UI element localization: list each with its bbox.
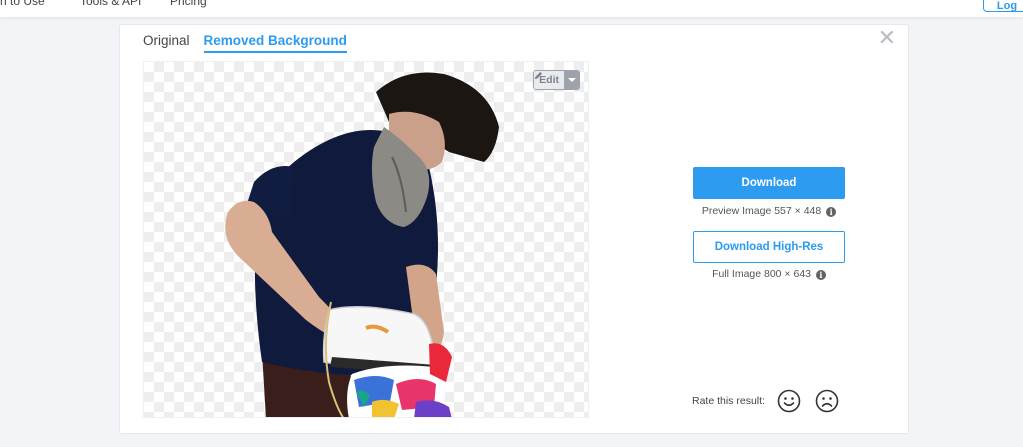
nav-link-how-to-use[interactable]: n to Use: [0, 0, 45, 8]
nav-link-tools-api[interactable]: Tools & API: [80, 0, 141, 8]
result-image-preview: Edit: [143, 61, 589, 418]
tab-removed-background[interactable]: Removed Background: [203, 33, 347, 53]
download-button[interactable]: Download: [693, 167, 845, 199]
top-navigation: n to Use Tools & API Pricing Log: [0, 0, 1023, 17]
edit-dropdown-toggle[interactable]: [564, 71, 579, 89]
tab-original[interactable]: Original: [143, 33, 190, 53]
cutout-person-image: [225, 72, 499, 417]
edit-button-main[interactable]: Edit: [534, 71, 564, 89]
full-image-info: Full Image 800 × 643 i: [693, 268, 845, 280]
info-icon[interactable]: i: [826, 207, 837, 217]
frown-icon[interactable]: [815, 389, 839, 413]
chevron-down-icon: [567, 78, 576, 82]
preview-image-info: Preview Image 557 × 448 i: [693, 205, 845, 217]
pencil-icon: [535, 71, 543, 80]
info-icon[interactable]: i: [815, 270, 826, 280]
edit-button[interactable]: Edit: [533, 70, 580, 90]
full-image-size-text: Full Image 800 × 643: [712, 268, 812, 280]
result-card: Original Removed Background ✕ Edit Downl…: [119, 24, 909, 434]
view-tabs: Original Removed Background: [143, 33, 347, 53]
login-button[interactable]: Log: [983, 0, 1023, 12]
smiley-icon[interactable]: [777, 389, 801, 413]
rate-label: Rate this result:: [692, 395, 765, 407]
close-icon[interactable]: ✕: [878, 27, 896, 49]
nav-link-pricing[interactable]: Pricing: [170, 0, 207, 8]
rate-result-row: Rate this result:: [692, 389, 853, 413]
download-high-res-button[interactable]: Download High-Res: [693, 231, 845, 263]
preview-image-size-text: Preview Image 557 × 448: [701, 205, 822, 217]
